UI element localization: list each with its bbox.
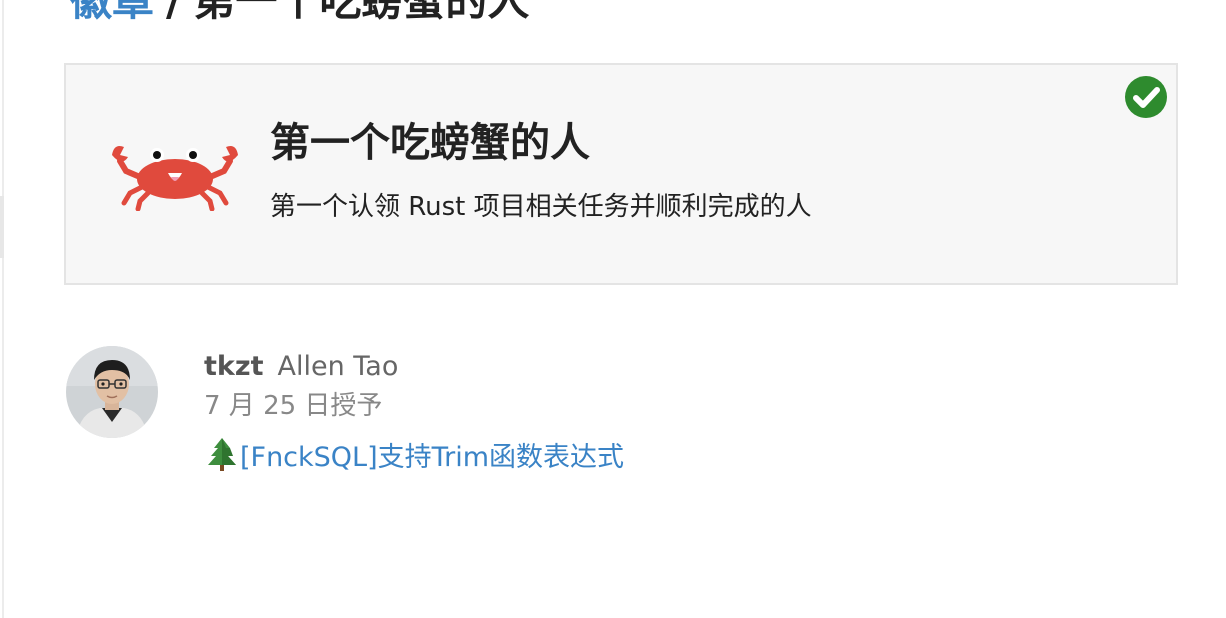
breadcrumb-current: 第一个吃螃蟹的人 [193,0,530,25]
crab-icon [110,141,240,212]
sidebar-edge [0,196,4,258]
user-info: tkzt Allen Tao 7 月 25 日授予 [FnckSQL]支持Trim… [204,348,624,476]
right-edge-text-fragments [1217,78,1226,208]
badge-description: 第一个认领 Rust 项目相关任务并顺利完成的人 [270,192,812,222]
clipped-glyph [1217,78,1226,100]
clipped-glyph [1217,160,1226,182]
topic-title[interactable]: [FnckSQL]支持Trim函数表达式 [240,442,624,473]
user-full-name: Allen Tao [277,351,399,382]
evergreen-tree-icon [204,436,240,472]
badge-card: 第一个吃螃蟹的人 第一个认领 Rust 项目相关任务并顺利完成的人 [64,63,1178,285]
breadcrumb-separator: / [166,0,182,25]
badge-detail-page: 徽章 / 第一个吃螃蟹的人 第一个吃螃蟹的人 第一个认领 Rust 项目相关任务… [0,0,1226,618]
granted-topic-link[interactable]: [FnckSQL]支持Trim函数表达式 [204,436,624,476]
badge-title: 第一个吃螃蟹的人 [270,120,590,166]
breadcrumb-badges-link[interactable]: 徽章 [70,0,154,25]
left-divider [2,0,4,618]
granted-user-entry: tkzt Allen Tao 7 月 25 日授予 [FnckSQL]支持Trim… [66,346,766,486]
granted-date: 7 月 25 日授予 [204,391,383,421]
checkmark-circle-icon [1124,75,1168,119]
breadcrumb: 徽章 / 第一个吃螃蟹的人 [70,0,529,24]
user-name-row: tkzt Allen Tao [204,348,624,386]
avatar[interactable] [66,346,158,438]
username-link[interactable]: tkzt [204,351,263,382]
